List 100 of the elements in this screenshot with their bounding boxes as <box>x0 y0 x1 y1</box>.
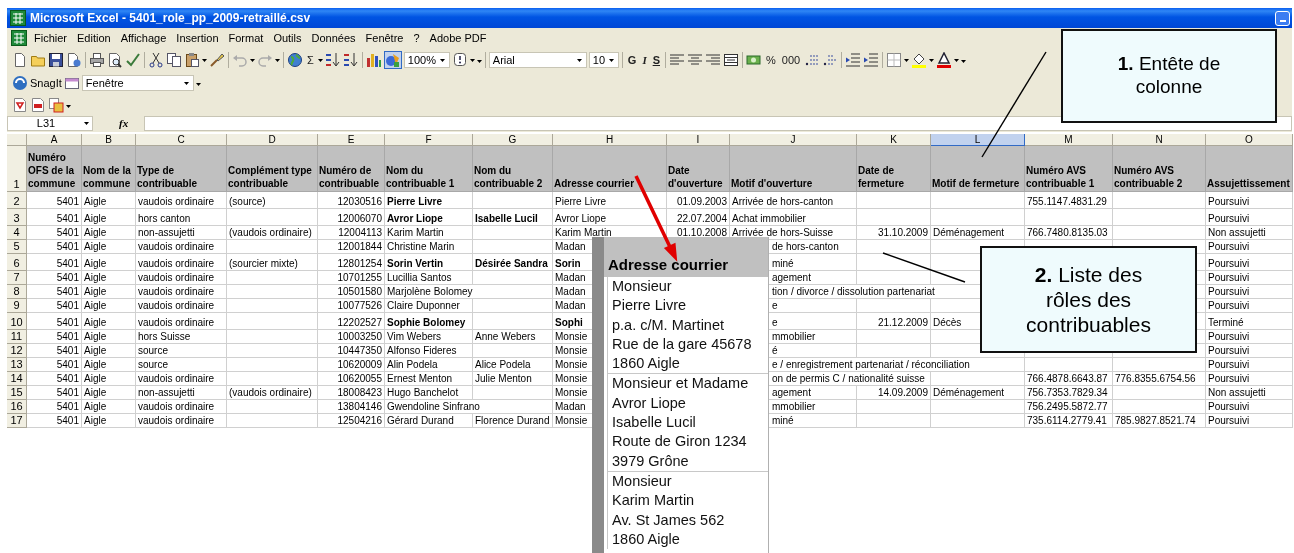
caret-icon[interactable] <box>202 58 207 62</box>
spreadsheet-icon[interactable] <box>11 30 27 46</box>
column-header[interactable]: A <box>27 134 82 146</box>
column-header[interactable]: H <box>553 134 667 146</box>
printer-icon[interactable] <box>89 52 105 68</box>
formula-field[interactable] <box>144 115 1292 131</box>
bar-chart-icon[interactable] <box>365 52 382 68</box>
paintbrush-icon[interactable] <box>209 52 225 68</box>
insert-function-button[interactable]: fx <box>97 117 141 129</box>
row-header[interactable]: 3 <box>7 209 27 226</box>
zoom-dropdown[interactable]: 100% <box>403 52 450 68</box>
scissors-icon[interactable] <box>148 52 164 68</box>
row-header[interactable]: 16 <box>7 400 27 414</box>
money-icon[interactable] <box>746 52 762 68</box>
sort-descending-icon[interactable] <box>342 52 359 68</box>
new-document-icon[interactable] <box>12 52 28 68</box>
column-header[interactable]: M <box>1025 134 1113 146</box>
column-header[interactable]: N <box>1113 134 1206 146</box>
column-header[interactable]: L <box>931 134 1025 146</box>
caret-icon[interactable] <box>469 58 475 62</box>
toolbar-options-icon[interactable] <box>195 80 201 86</box>
table-cell: 12202527 <box>318 313 385 330</box>
check-mark-icon[interactable] <box>125 52 141 68</box>
help-icon[interactable] <box>451 52 468 68</box>
menu-item[interactable]: Insertion <box>171 31 224 45</box>
autosum-button[interactable]: Σ <box>305 54 316 66</box>
copy-icon[interactable] <box>166 52 182 68</box>
row-header[interactable]: 2 <box>7 192 27 209</box>
increase-indent-icon[interactable] <box>863 52 880 68</box>
pdf-document-icon[interactable] <box>48 96 64 113</box>
row-header[interactable]: 13 <box>7 358 27 372</box>
sort-ascending-icon[interactable] <box>324 52 341 68</box>
row-header[interactable]: 4 <box>7 226 27 240</box>
align-left-icon[interactable] <box>669 52 685 68</box>
menu-item[interactable]: Fenêtre <box>360 31 409 45</box>
row-header[interactable]: 12 <box>7 344 27 358</box>
caret-icon[interactable] <box>275 58 280 62</box>
pdf-document-icon[interactable] <box>30 96 46 113</box>
fill-color-icon[interactable] <box>911 52 928 68</box>
caret-icon[interactable] <box>904 58 910 62</box>
document-icon[interactable] <box>66 52 82 68</box>
row-header[interactable]: 11 <box>7 330 27 344</box>
menu-item[interactable]: Affichage <box>115 31 172 45</box>
bold-button[interactable]: G <box>625 54 639 66</box>
globe-icon[interactable] <box>287 52 303 68</box>
clipboard-icon[interactable] <box>184 52 200 68</box>
row-header[interactable]: 15 <box>7 386 27 400</box>
caret-icon[interactable] <box>954 58 960 62</box>
column-header[interactable]: G <box>473 134 553 146</box>
pdf-document-icon[interactable] <box>12 96 28 113</box>
row-header[interactable]: 7 <box>7 271 27 285</box>
snagit-button[interactable]: SnagIt <box>30 77 62 89</box>
caret-icon[interactable] <box>929 58 935 62</box>
row-header[interactable]: 6 <box>7 254 27 271</box>
menu-item[interactable]: Edition <box>72 31 116 45</box>
menu-item[interactable]: Fichier <box>29 31 72 45</box>
merge-cells-icon[interactable] <box>723 52 739 68</box>
snagit-icon[interactable] <box>12 75 28 91</box>
toolbar-options-icon[interactable] <box>961 57 967 63</box>
name-box[interactable]: L31 <box>7 115 93 131</box>
minimize-button[interactable] <box>1275 10 1290 26</box>
caret-icon[interactable] <box>250 58 255 62</box>
decrease-indent-icon[interactable] <box>845 52 862 68</box>
column-header[interactable]: F <box>385 134 473 146</box>
row-header[interactable]: 8 <box>7 285 27 299</box>
percent-button[interactable]: % <box>764 54 778 66</box>
column-header[interactable]: B <box>82 134 136 146</box>
column-header[interactable]: C <box>136 134 227 146</box>
column-header[interactable]: E <box>318 134 385 146</box>
print-preview-icon[interactable] <box>107 52 123 68</box>
align-center-icon[interactable] <box>687 52 703 68</box>
menu-item[interactable]: ? <box>408 31 425 45</box>
capture-window-icon[interactable] <box>63 75 80 91</box>
row-header[interactable]: 17 <box>7 414 27 428</box>
font-color-icon[interactable] <box>936 52 953 68</box>
drawing-tools-icon[interactable] <box>384 52 401 68</box>
column-header[interactable]: J <box>730 134 857 146</box>
row-header[interactable]: 1 <box>7 146 27 192</box>
thousands-button[interactable]: 000 <box>779 54 803 66</box>
menu-item[interactable]: Données <box>306 31 361 45</box>
font-dropdown[interactable]: Arial <box>488 52 587 68</box>
row-header[interactable]: 9 <box>7 299 27 313</box>
column-header[interactable]: I <box>667 134 730 146</box>
profile-dropdown[interactable]: Fenêtre <box>81 75 194 91</box>
table-cell: Poursuivi <box>1206 285 1293 299</box>
row-header[interactable]: 5 <box>7 240 27 254</box>
underline-button[interactable]: S <box>650 54 662 66</box>
column-header[interactable]: K <box>857 134 931 146</box>
column-header[interactable]: D <box>227 134 318 146</box>
menu-item[interactable]: Outils <box>268 31 307 45</box>
menu-item[interactable]: Adobe PDF <box>424 31 492 45</box>
row-header[interactable]: 10 <box>7 313 27 330</box>
column-header[interactable]: O <box>1206 134 1293 146</box>
caret-icon[interactable] <box>317 58 323 62</box>
italic-button[interactable]: I <box>640 54 649 66</box>
table-cell: 5401 <box>27 192 82 209</box>
toolbar-options-icon[interactable] <box>476 57 482 63</box>
row-header[interactable]: 14 <box>7 372 27 386</box>
font-size-dropdown[interactable]: 10 <box>588 52 619 68</box>
menu-item[interactable]: Format <box>223 31 269 45</box>
